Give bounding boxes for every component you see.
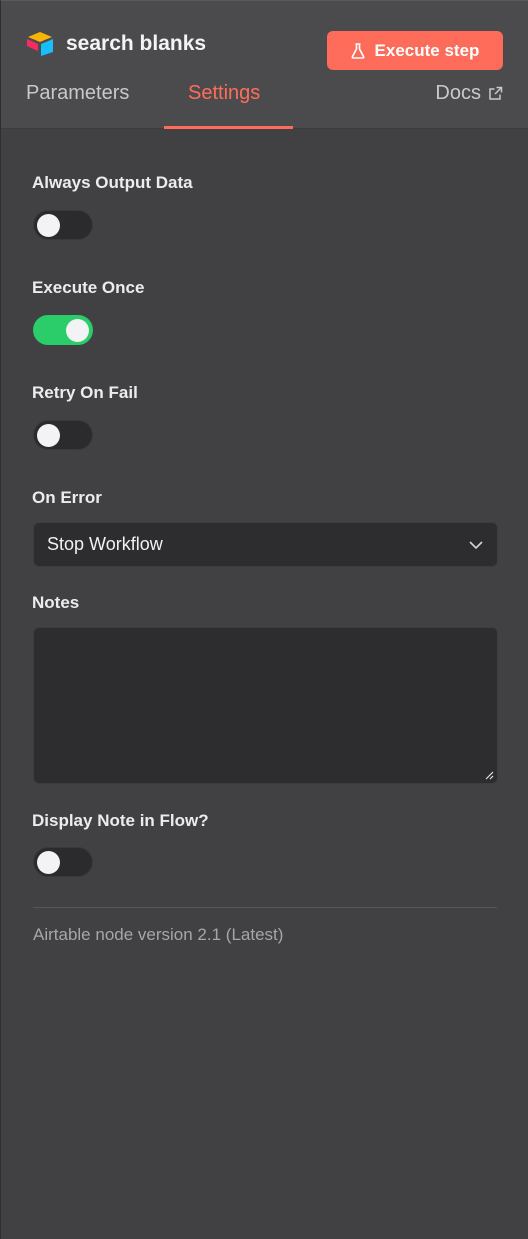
on-error-label: On Error xyxy=(32,488,102,507)
toggle-knob xyxy=(37,424,60,447)
toggle-knob xyxy=(37,214,60,237)
node-version-text: Airtable node version 2.1 (Latest) xyxy=(33,925,284,944)
panel-header: search blanks Execute step Parameters Se… xyxy=(1,1,528,129)
title-row: search blanks xyxy=(26,31,206,57)
tab-parameters[interactable]: Parameters xyxy=(26,82,129,105)
node-title[interactable]: search blanks xyxy=(66,32,206,56)
divider xyxy=(33,907,497,908)
execute-step-label: Execute step xyxy=(374,40,480,60)
resize-grip-icon[interactable] xyxy=(485,771,494,780)
display-note-label: Display Note in Flow? xyxy=(32,811,209,830)
notes-label: Notes xyxy=(32,593,80,612)
toggle-knob xyxy=(37,851,60,874)
tab-settings[interactable]: Settings xyxy=(188,82,260,105)
execute-step-button[interactable]: Execute step xyxy=(327,31,503,70)
execute-once-toggle[interactable] xyxy=(33,315,93,345)
display-note-toggle[interactable] xyxy=(33,847,93,877)
always-output-label: Always Output Data xyxy=(32,173,193,192)
node-settings-panel: search blanks Execute step Parameters Se… xyxy=(0,0,528,1239)
airtable-logo-icon xyxy=(26,31,54,57)
flask-icon xyxy=(351,42,364,59)
toggle-knob xyxy=(66,319,89,342)
execute-once-label: Execute Once xyxy=(32,278,145,297)
chevron-down-icon xyxy=(469,541,483,550)
docs-label: Docs xyxy=(435,82,481,104)
always-output-toggle[interactable] xyxy=(33,210,93,240)
active-tab-indicator xyxy=(164,126,293,129)
tab-docs[interactable]: Docs xyxy=(435,82,503,105)
on-error-select[interactable]: Stop Workflow xyxy=(33,522,498,567)
on-error-value: Stop Workflow xyxy=(47,534,163,554)
notes-textarea[interactable] xyxy=(33,627,498,784)
retry-on-fail-toggle[interactable] xyxy=(33,420,93,450)
external-link-icon xyxy=(489,86,503,100)
retry-on-fail-label: Retry On Fail xyxy=(32,383,138,402)
tab-bar: Parameters Settings Docs xyxy=(1,80,528,129)
